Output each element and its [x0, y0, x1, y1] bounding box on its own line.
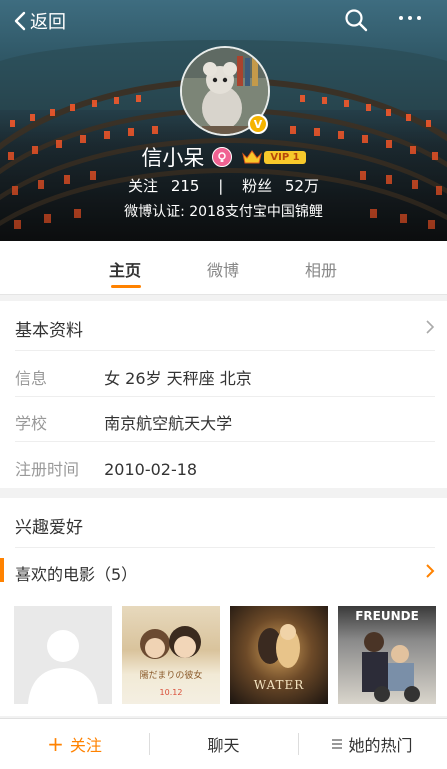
certification-text: 微博认证: 2018支付宝中国锦鲤 — [124, 204, 323, 220]
info-value: 南京航空航天大学 — [104, 414, 233, 433]
profile-tabs: 主页 微博 相册 — [0, 241, 447, 295]
chevron-right-icon[interactable] — [425, 319, 435, 335]
fans-count[interactable]: 52万 — [285, 177, 319, 195]
favorite-movies-label: 喜欢的电影（5） — [15, 565, 138, 584]
poster-date: 10.12 — [159, 688, 183, 697]
movie-poster[interactable]: FREUNDE — [338, 606, 436, 704]
tab-album[interactable]: 相册 — [305, 257, 337, 281]
plus-icon: + — [47, 732, 64, 756]
divider — [15, 441, 435, 442]
interests-title: 兴趣爱好 — [15, 518, 83, 538]
bottom-action-bar: + 关注 聊天 她的热门 — [0, 718, 447, 769]
info-row: 信息 女 26岁 天秤座 北京 — [15, 365, 252, 389]
active-tab-indicator — [111, 285, 141, 288]
back-label: 返回 — [30, 12, 66, 33]
info-key: 信息 — [15, 369, 48, 388]
tab-home[interactable]: 主页 — [109, 257, 141, 281]
info-key: 学校 — [15, 414, 48, 433]
movie-posters: 陽だまりの彼女 10.12 WATER FREUNDE — [14, 606, 436, 704]
info-row: 注册时间 2010-02-18 — [15, 456, 197, 480]
person-placeholder-icon — [28, 630, 98, 704]
search-icon[interactable] — [344, 8, 368, 32]
divider — [15, 350, 435, 351]
divider — [15, 396, 435, 397]
user-name: 信小呆 — [141, 146, 205, 170]
info-value: 女 26岁 天秤座 北京 — [104, 369, 252, 388]
verified-badge: V — [248, 114, 268, 134]
interests-card: 兴趣爱好 喜欢的电影（5） 陽だまりの彼女 10.12 WATER FREUND… — [0, 498, 447, 716]
follow-button[interactable]: + 关注 — [0, 719, 149, 769]
chat-button[interactable]: 聊天 — [149, 719, 298, 769]
basic-info-title[interactable]: 基本资料 — [15, 316, 83, 341]
info-value: 2010-02-18 — [104, 460, 198, 479]
crown-icon — [242, 150, 263, 164]
hot-posts-button[interactable]: 她的热门 — [298, 719, 447, 769]
follow-count[interactable]: 215 — [171, 177, 200, 195]
basic-info-card: 基本资料 信息 女 26岁 天秤座 北京 学校 南京航空航天大学 注册时间 20… — [0, 301, 447, 488]
name-row: 信小呆 VIP 1 — [0, 142, 447, 172]
fans-label[interactable]: 粉丝 — [242, 177, 272, 195]
info-row: 学校 南京航空航天大学 — [15, 410, 232, 434]
stats-divider: | — [218, 177, 224, 195]
movie-poster[interactable] — [14, 606, 112, 704]
follow-label[interactable]: 关注 — [128, 177, 158, 195]
more-options-icon[interactable] — [399, 16, 421, 20]
poster-title: 陽だまりの彼女 — [139, 671, 203, 681]
female-icon — [212, 147, 233, 167]
back-button[interactable]: 返回 — [14, 8, 66, 34]
chat-button-label: 聊天 — [207, 736, 240, 755]
poster-title: WATER — [253, 678, 305, 692]
poster-title: FREUNDE — [355, 609, 419, 623]
menu-icon — [332, 739, 343, 749]
hot-posts-label: 她的热门 — [348, 736, 413, 755]
tab-weibo[interactable]: 微博 — [207, 257, 239, 281]
section-accent-bar — [0, 558, 4, 582]
chevron-right-icon[interactable] — [425, 563, 435, 579]
info-key: 注册时间 — [15, 460, 80, 479]
chevron-left-icon — [14, 11, 26, 31]
follow-button-label: 关注 — [69, 736, 102, 755]
vip-badge[interactable]: VIP 1 — [264, 150, 306, 164]
movie-poster[interactable]: 陽だまりの彼女 10.12 — [122, 606, 220, 704]
profile-header: 返回 V 信小呆 VIP 1 关注 215 | 粉丝 52万 微博认证: 201… — [0, 0, 447, 241]
follow-stats: 关注 215 | 粉丝 52万 — [0, 175, 447, 196]
top-bar: 返回 — [0, 0, 447, 40]
movie-poster[interactable]: WATER — [230, 606, 328, 704]
favorite-movies-row[interactable]: 喜欢的电影（5） — [0, 548, 447, 592]
